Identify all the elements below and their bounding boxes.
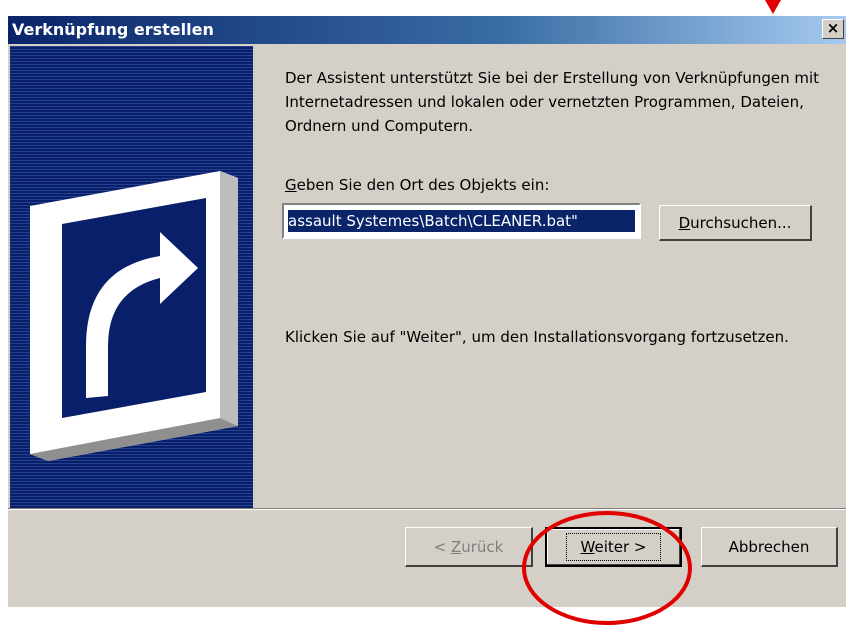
location-label-accesskey: G <box>285 176 297 194</box>
back-label-prefix: < <box>433 538 451 556</box>
location-label-text: eben Sie den Ort des Objekts ein: <box>296 176 550 194</box>
location-input-selection: assault Systemes\Batch\CLEANER.bat" <box>288 210 635 232</box>
back-button[interactable]: < Zurück <box>405 527 533 567</box>
next-focus-rect: Weiter > <box>565 533 662 561</box>
next-button[interactable]: Weiter > <box>545 527 682 567</box>
browse-button[interactable]: Durchsuchen... <box>659 205 812 241</box>
browse-label: urchsuchen... <box>690 214 792 232</box>
close-button[interactable]: × <box>822 19 844 39</box>
close-icon: × <box>826 19 840 37</box>
shortcut-arrow-icon <box>30 171 238 461</box>
window-title: Verknüpfung erstellen <box>12 20 214 39</box>
cancel-label: Abbrechen <box>728 538 810 556</box>
location-label: Geben Sie den Ort des Objekts ein: <box>285 176 549 194</box>
red-arrow-icon <box>765 0 781 14</box>
intro-text: Der Assistent unterstützt Sie bei der Er… <box>285 69 820 135</box>
location-input[interactable]: assault Systemes\Batch\CLEANER.bat" <box>282 203 641 239</box>
continue-instruction: Klicken Sie auf "Weiter", um den Install… <box>285 328 789 346</box>
title-bar[interactable]: Verknüpfung erstellen × <box>8 16 846 44</box>
back-label: urück <box>461 538 504 556</box>
back-accesskey: Z <box>450 538 462 556</box>
shortcut-wizard-dialog: Verknüpfung erstellen × Der Assistent un… <box>8 16 846 607</box>
footer-separator-highlight <box>8 509 846 510</box>
location-input-value: assault Systemes\Batch\CLEANER.bat" <box>288 212 578 230</box>
next-label: eiter > <box>594 538 647 556</box>
wizard-content: Der Assistent unterstützt Sie bei der Er… <box>277 46 837 508</box>
wizard-banner <box>10 46 253 508</box>
browse-accesskey: D <box>678 214 691 232</box>
next-accesskey: W <box>580 538 595 556</box>
cancel-button[interactable]: Abbrechen <box>701 527 838 567</box>
